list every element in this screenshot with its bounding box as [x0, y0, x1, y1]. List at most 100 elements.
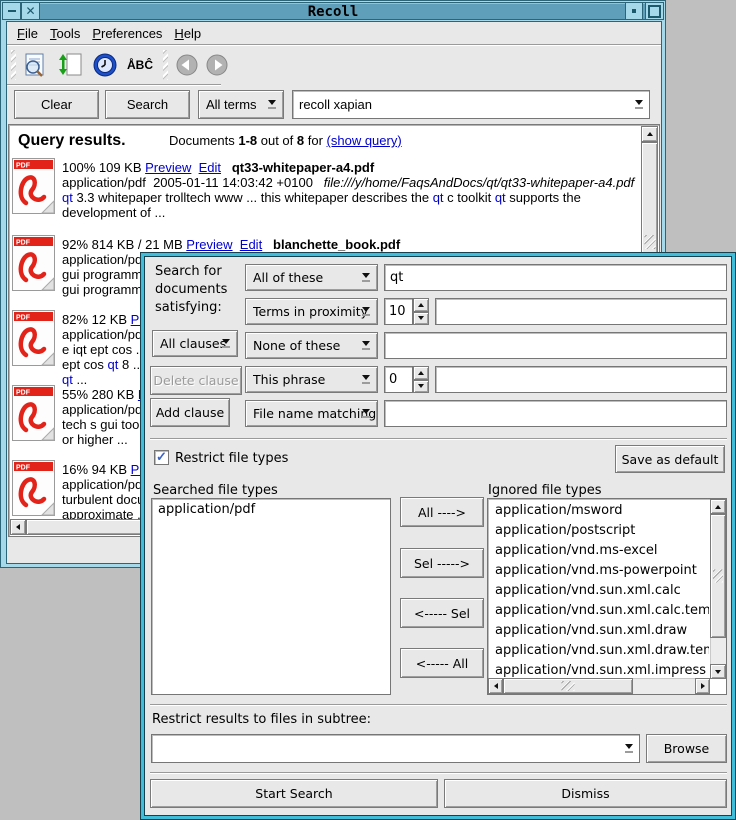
- result-text-part: 16% 94 KB: [62, 462, 131, 477]
- toolbar-drag-handle-2[interactable]: [163, 50, 168, 80]
- list-item[interactable]: application/msword: [489, 501, 709, 521]
- delete-clause-button[interactable]: Delete clause: [150, 366, 242, 395]
- down-arrow-icon: [418, 316, 424, 320]
- subtree-combo: [151, 734, 640, 763]
- section-separator: [150, 772, 727, 774]
- clause-4-input[interactable]: [435, 366, 727, 393]
- browse-button[interactable]: Browse: [646, 734, 727, 763]
- clause-3-input[interactable]: [384, 332, 727, 359]
- list-item[interactable]: application/vnd.sun.xml.calc: [489, 581, 709, 601]
- preview-link[interactable]: Preview: [186, 237, 232, 252]
- clause-5-type-select[interactable]: File name matching: [245, 400, 378, 427]
- scroll-down-button[interactable]: [710, 664, 726, 679]
- clause-4-type-select[interactable]: This phrase: [245, 366, 378, 393]
- pdf-icon: PDF: [11, 234, 57, 292]
- menu-item-tools[interactable]: Tools: [50, 24, 80, 43]
- move-sel-right-button[interactable]: Sel ----->: [400, 548, 484, 578]
- spin-down-button[interactable]: [413, 380, 429, 394]
- clause-1-input[interactable]: [384, 264, 727, 291]
- up-arrow-icon: [715, 505, 721, 509]
- restrict-file-types-checkbox[interactable]: ✓: [154, 450, 169, 465]
- vscroll-slider[interactable]: [710, 514, 726, 638]
- dismiss-button[interactable]: Dismiss: [444, 779, 727, 808]
- search-mode-select[interactable]: All terms: [198, 90, 284, 119]
- back-button[interactable]: [173, 51, 201, 79]
- edit-link[interactable]: Edit: [240, 237, 262, 252]
- chevron-down-icon: [358, 333, 374, 358]
- list-item[interactable]: application/vnd.sun.xml.impress: [489, 661, 709, 679]
- clause-5-input[interactable]: [384, 400, 727, 427]
- iconify-icon: [632, 9, 636, 13]
- edit-link[interactable]: Edit: [199, 160, 221, 175]
- search-input[interactable]: [294, 92, 627, 117]
- maximize-button[interactable]: [645, 2, 664, 20]
- menu-item-help[interactable]: Help: [174, 24, 201, 43]
- chevron-down-icon[interactable]: [631, 91, 647, 118]
- hscroll-slider[interactable]: [503, 678, 633, 694]
- list-item[interactable]: application/vnd.sun.xml.draw.template: [489, 641, 709, 661]
- spin-up-button[interactable]: [413, 366, 429, 380]
- phrase-slack-input[interactable]: [384, 366, 413, 393]
- title-bar[interactable]: Recoll: [2, 2, 664, 20]
- forward-arrow-icon: [205, 53, 229, 77]
- clause-3-type-select[interactable]: None of these: [245, 332, 378, 359]
- sort-by-date-icon[interactable]: [90, 51, 120, 79]
- scroll-left-button[interactable]: [488, 678, 503, 694]
- scroll-up-button[interactable]: [710, 499, 726, 514]
- document-search-icon: [22, 52, 48, 78]
- clause-2-input[interactable]: [435, 298, 727, 325]
- update-index-icon[interactable]: [56, 51, 86, 79]
- subtree-input[interactable]: [153, 736, 617, 761]
- document-refresh-icon: [58, 52, 84, 78]
- show-query-link[interactable]: (show query): [327, 133, 402, 148]
- iconify-button[interactable]: [625, 2, 643, 20]
- svg-text:PDF: PDF: [16, 390, 31, 397]
- list-item[interactable]: application/vnd.ms-powerpoint: [489, 561, 709, 581]
- toolbar-drag-handle[interactable]: [11, 50, 16, 80]
- move-all-right-button[interactable]: All ---->: [400, 497, 484, 527]
- start-search-button[interactable]: Start Search: [150, 779, 438, 808]
- result-url: file:///y/home/FaqsAndDocs/qt/qt33-white…: [324, 175, 635, 190]
- menu-item-file[interactable]: File: [17, 24, 38, 43]
- searched-file-types-list[interactable]: application/pdf: [151, 498, 391, 695]
- window-menu-button[interactable]: [2, 2, 21, 20]
- spin-up-button[interactable]: [413, 298, 429, 312]
- result-text-part: ...: [73, 372, 87, 387]
- save-as-default-button[interactable]: Save as default: [615, 445, 725, 473]
- chevron-down-icon[interactable]: [621, 735, 637, 762]
- clear-button[interactable]: Clear: [14, 90, 99, 119]
- list-item[interactable]: application/postscript: [489, 521, 709, 541]
- clause-2-type-select[interactable]: Terms in proximity: [245, 298, 378, 325]
- add-clause-button[interactable]: Add clause: [150, 398, 230, 427]
- list-item[interactable]: application/vnd.sun.xml.draw: [489, 621, 709, 641]
- pdf-icon: PDF: [11, 157, 57, 215]
- list-item[interactable]: application/vnd.sun.xml.calc.template: [489, 601, 709, 621]
- scroll-up-button[interactable]: [641, 126, 658, 142]
- preview-link[interactable]: Preview: [145, 160, 191, 175]
- move-all-left-button[interactable]: <----- All: [400, 648, 484, 678]
- ignored-file-types-list[interactable]: application/mswordapplication/postscript…: [487, 498, 727, 695]
- list-item[interactable]: application/pdf: [152, 500, 390, 520]
- highlight-term: qt: [495, 190, 506, 205]
- list-item[interactable]: application/vnd.ms-excel: [489, 541, 709, 561]
- toolbar-separator: [7, 84, 221, 86]
- scroll-right-button[interactable]: [695, 678, 710, 694]
- close-button[interactable]: ✕: [21, 2, 40, 20]
- results-count: [133, 133, 169, 163]
- satisfying-label: Search for documents satisfying:: [155, 263, 227, 317]
- left-arrow-icon: [494, 683, 498, 689]
- scroll-left-button[interactable]: [10, 519, 26, 535]
- result-text-part: application/pdf 2005-01-11 14:03:42 +010…: [62, 175, 324, 190]
- highlight-term: qt: [108, 357, 119, 372]
- proximity-slack-input[interactable]: [384, 298, 413, 325]
- term-explorer-icon[interactable]: ÅBĈ: [122, 53, 158, 77]
- spin-down-button[interactable]: [413, 312, 429, 326]
- search-button[interactable]: Search: [105, 90, 190, 119]
- show-query-detail-icon[interactable]: [20, 51, 50, 79]
- clause-conjunct-select[interactable]: All clauses: [152, 330, 238, 357]
- forward-button[interactable]: [203, 51, 231, 79]
- result-line: 92% 814 KB / 21 MB Preview Edit blanchet…: [62, 237, 641, 252]
- menu-item-preferences[interactable]: Preferences: [92, 24, 162, 43]
- move-sel-left-button[interactable]: <----- Sel: [400, 598, 484, 628]
- clause-1-type-select[interactable]: All of these: [245, 264, 378, 291]
